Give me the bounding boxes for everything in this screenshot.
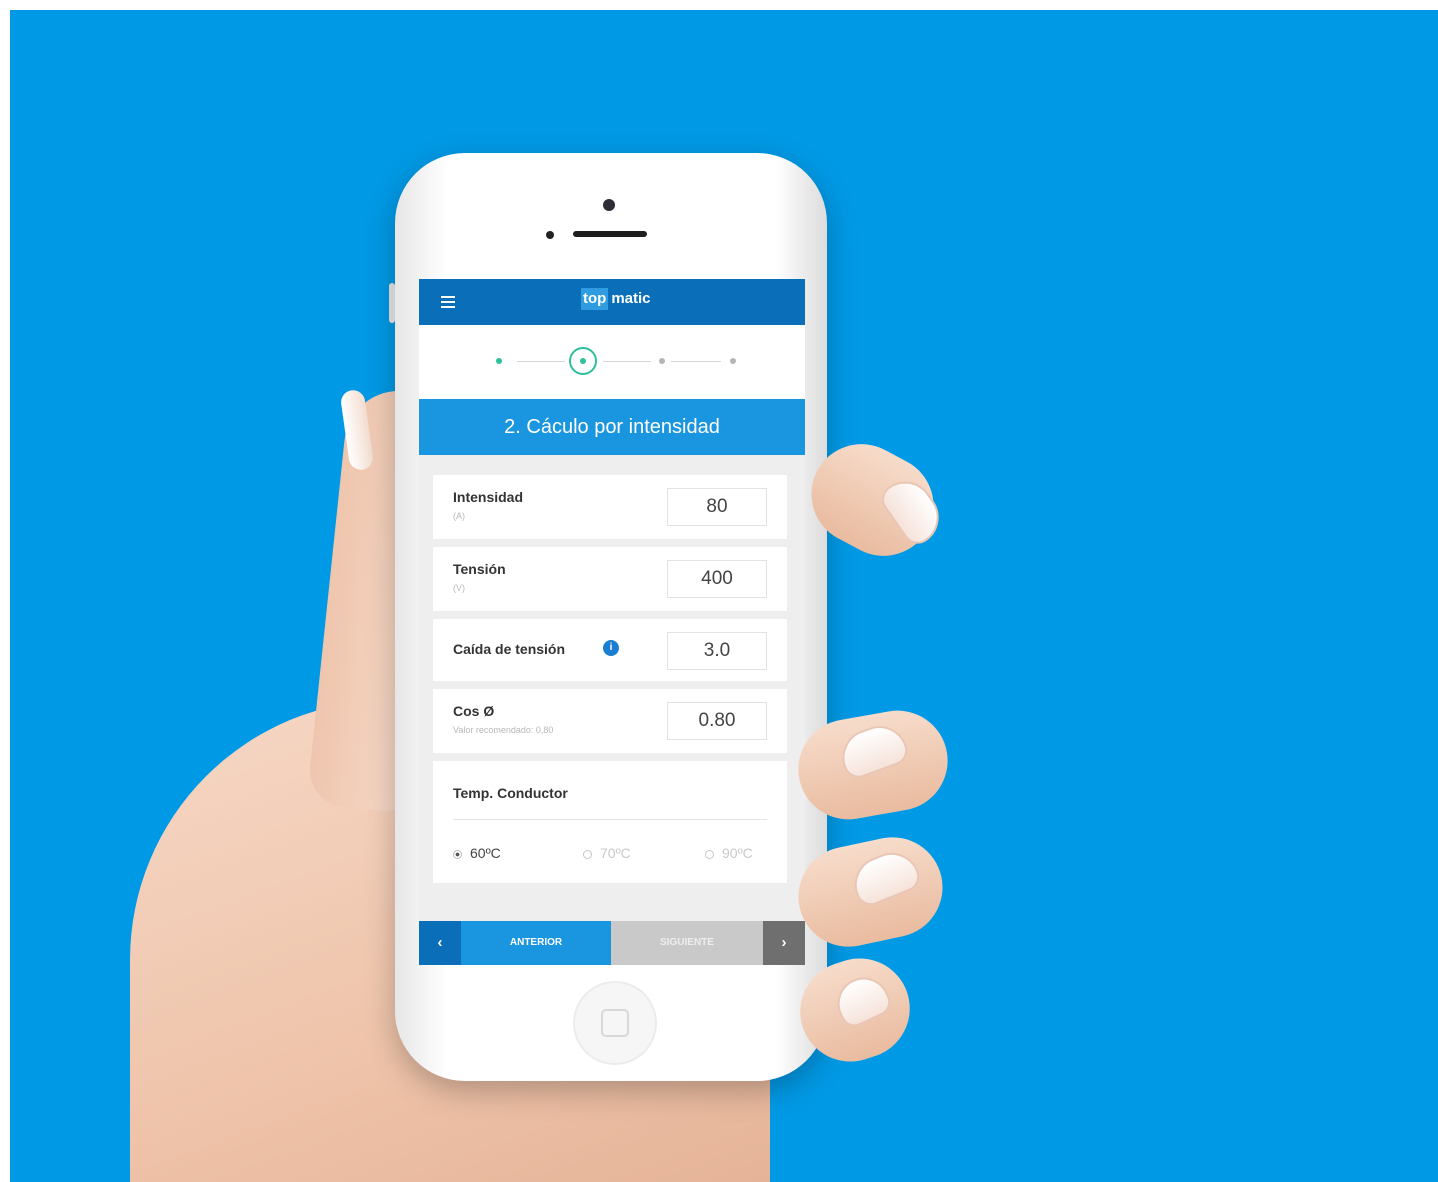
temperature-card: Temp. Conductor 60ºC 70ºC 90ºC <box>433 761 787 883</box>
home-square-icon <box>601 1009 629 1037</box>
temperature-label: Temp. Conductor <box>453 785 568 801</box>
earpiece-speaker-icon <box>573 231 647 237</box>
intensidad-input[interactable]: 80 <box>667 488 767 526</box>
radio-70-label: 70ºC <box>600 845 631 861</box>
cos-hint: Valor recomendado: 0,80 <box>453 725 554 735</box>
radio-empty-icon <box>705 849 714 859</box>
field-card-cos: Cos Ø Valor recomendado: 0,80 0.80 <box>433 689 787 753</box>
step-3-dot[interactable] <box>659 358 665 364</box>
hamburger-menu-icon[interactable] <box>441 296 455 311</box>
radio-60-label: 60ºC <box>470 845 501 861</box>
intensidad-unit: (A) <box>453 511 465 521</box>
step-connector <box>671 361 721 362</box>
divider <box>453 819 767 820</box>
front-camera-icon <box>603 199 615 211</box>
phone-screen: top matic 2. Cáculo por intensidad Inten… <box>419 279 805 965</box>
caida-input[interactable]: 3.0 <box>667 632 767 670</box>
field-card-tension: Tensión (V) 400 <box>433 547 787 611</box>
field-card-intensidad: Intensidad (A) 80 <box>433 475 787 539</box>
home-button[interactable] <box>573 981 657 1065</box>
tension-unit: (V) <box>453 583 465 593</box>
section-title-bar: 2. Cáculo por intensidad <box>419 399 805 455</box>
proximity-sensor-icon <box>546 231 554 239</box>
logo-matic-text: matic <box>611 290 651 307</box>
section-title: 2. Cáculo por intensidad <box>504 416 720 438</box>
chevron-right-icon[interactable]: › <box>763 921 805 965</box>
radio-90-label: 90ºC <box>722 845 753 861</box>
app-header: top matic <box>419 279 805 325</box>
chevron-left-icon[interactable]: ‹ <box>419 921 461 965</box>
field-card-caida: Caída de tensión i 3.0 <box>433 619 787 681</box>
app-logo: top matic <box>581 288 651 310</box>
tension-label: Tensión <box>453 561 506 577</box>
radio-70[interactable]: 70ºC <box>583 845 631 861</box>
bottom-navigation: ‹ ANTERIOR SIGUIENTE › <box>419 921 805 965</box>
cos-input[interactable]: 0.80 <box>667 702 767 740</box>
tension-input[interactable]: 400 <box>667 560 767 598</box>
cos-label: Cos Ø <box>453 703 495 719</box>
radio-selected-icon <box>453 849 462 859</box>
step-2-dot <box>580 358 586 364</box>
caida-label: Caída de tensión <box>453 641 566 657</box>
next-button[interactable]: SIGUIENTE <box>611 921 763 965</box>
step-4-dot[interactable] <box>730 358 736 364</box>
step-connector <box>517 361 565 362</box>
radio-90[interactable]: 90ºC <box>705 845 753 861</box>
radio-empty-icon <box>583 849 592 859</box>
logo-top-text: top <box>581 288 609 310</box>
phone-side-button <box>389 283 395 323</box>
step-1-dot[interactable] <box>496 358 502 364</box>
phone-device: top matic 2. Cáculo por intensidad Inten… <box>389 153 827 1081</box>
background: top matic 2. Cáculo por intensidad Inten… <box>10 10 1438 1182</box>
previous-button[interactable]: ANTERIOR <box>461 921 611 965</box>
progress-stepper <box>419 325 805 399</box>
step-connector <box>603 361 651 362</box>
radio-60[interactable]: 60ºC <box>453 845 501 861</box>
info-icon[interactable]: i <box>603 640 619 656</box>
intensidad-label: Intensidad <box>453 489 524 505</box>
